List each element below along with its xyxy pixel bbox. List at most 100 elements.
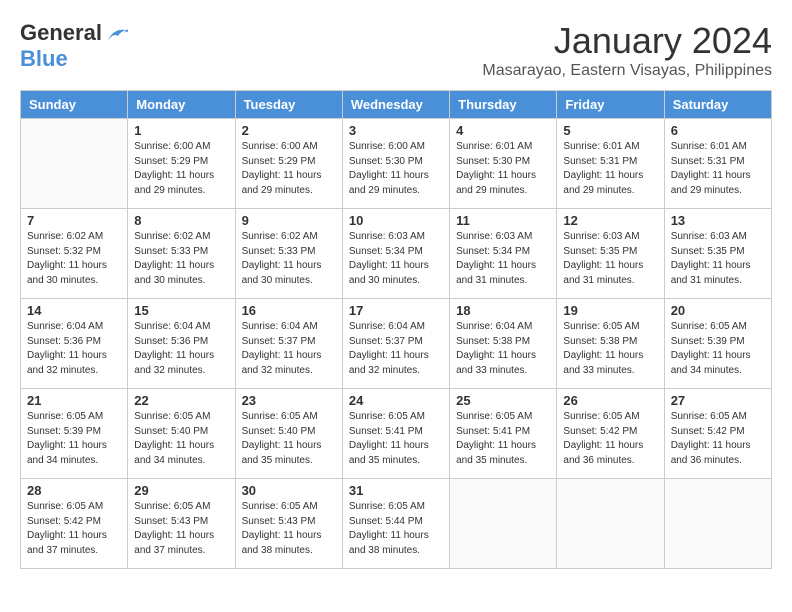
- calendar-cell: 1 Sunrise: 6:00 AMSunset: 5:29 PMDayligh…: [128, 119, 235, 209]
- day-number: 1: [134, 123, 228, 138]
- day-number: 11: [456, 213, 550, 228]
- weekday-header-saturday: Saturday: [664, 91, 771, 119]
- day-number: 9: [242, 213, 336, 228]
- day-number: 26: [563, 393, 657, 408]
- weekday-header-monday: Monday: [128, 91, 235, 119]
- cell-info: Sunrise: 6:05 AMSunset: 5:43 PMDaylight:…: [242, 500, 336, 558]
- cell-info: Sunrise: 6:05 AMSunset: 5:42 PMDaylight:…: [671, 410, 765, 468]
- cell-info: Sunrise: 6:05 AMSunset: 5:40 PMDaylight:…: [134, 410, 228, 468]
- calendar-week-row: 7 Sunrise: 6:02 AMSunset: 5:32 PMDayligh…: [21, 209, 772, 299]
- calendar-cell: 24 Sunrise: 6:05 AMSunset: 5:41 PMDaylig…: [342, 389, 449, 479]
- calendar-cell: 23 Sunrise: 6:05 AMSunset: 5:40 PMDaylig…: [235, 389, 342, 479]
- day-number: 22: [134, 393, 228, 408]
- day-number: 14: [27, 303, 121, 318]
- calendar-cell: 8 Sunrise: 6:02 AMSunset: 5:33 PMDayligh…: [128, 209, 235, 299]
- day-number: 24: [349, 393, 443, 408]
- weekday-header-sunday: Sunday: [21, 91, 128, 119]
- calendar-cell: 3 Sunrise: 6:00 AMSunset: 5:30 PMDayligh…: [342, 119, 449, 209]
- day-number: 27: [671, 393, 765, 408]
- calendar-cell: 13 Sunrise: 6:03 AMSunset: 5:35 PMDaylig…: [664, 209, 771, 299]
- day-number: 17: [349, 303, 443, 318]
- cell-info: Sunrise: 6:00 AMSunset: 5:30 PMDaylight:…: [349, 140, 443, 198]
- cell-info: Sunrise: 6:04 AMSunset: 5:37 PMDaylight:…: [349, 320, 443, 378]
- calendar-cell: 30 Sunrise: 6:05 AMSunset: 5:43 PMDaylig…: [235, 479, 342, 569]
- calendar-cell: 18 Sunrise: 6:04 AMSunset: 5:38 PMDaylig…: [450, 299, 557, 389]
- day-number: 7: [27, 213, 121, 228]
- calendar-cell: 29 Sunrise: 6:05 AMSunset: 5:43 PMDaylig…: [128, 479, 235, 569]
- calendar-cell: 12 Sunrise: 6:03 AMSunset: 5:35 PMDaylig…: [557, 209, 664, 299]
- calendar-cell: 7 Sunrise: 6:02 AMSunset: 5:32 PMDayligh…: [21, 209, 128, 299]
- logo-blue: Blue: [20, 46, 68, 71]
- day-number: 23: [242, 393, 336, 408]
- calendar-cell: [557, 479, 664, 569]
- weekday-header-row: SundayMondayTuesdayWednesdayThursdayFrid…: [21, 91, 772, 119]
- day-number: 20: [671, 303, 765, 318]
- day-number: 15: [134, 303, 228, 318]
- day-number: 28: [27, 483, 121, 498]
- day-number: 2: [242, 123, 336, 138]
- day-number: 5: [563, 123, 657, 138]
- cell-info: Sunrise: 6:01 AMSunset: 5:31 PMDaylight:…: [671, 140, 765, 198]
- day-number: 12: [563, 213, 657, 228]
- cell-info: Sunrise: 6:05 AMSunset: 5:42 PMDaylight:…: [563, 410, 657, 468]
- cell-info: Sunrise: 6:04 AMSunset: 5:37 PMDaylight:…: [242, 320, 336, 378]
- day-number: 10: [349, 213, 443, 228]
- title-block: January 2024 Masarayao, Eastern Visayas,…: [482, 20, 772, 80]
- cell-info: Sunrise: 6:03 AMSunset: 5:34 PMDaylight:…: [349, 230, 443, 288]
- calendar-cell: 5 Sunrise: 6:01 AMSunset: 5:31 PMDayligh…: [557, 119, 664, 209]
- day-number: 18: [456, 303, 550, 318]
- calendar-cell: 6 Sunrise: 6:01 AMSunset: 5:31 PMDayligh…: [664, 119, 771, 209]
- cell-info: Sunrise: 6:02 AMSunset: 5:33 PMDaylight:…: [242, 230, 336, 288]
- calendar-cell: 27 Sunrise: 6:05 AMSunset: 5:42 PMDaylig…: [664, 389, 771, 479]
- calendar-cell: 21 Sunrise: 6:05 AMSunset: 5:39 PMDaylig…: [21, 389, 128, 479]
- calendar-week-row: 28 Sunrise: 6:05 AMSunset: 5:42 PMDaylig…: [21, 479, 772, 569]
- calendar-cell: 31 Sunrise: 6:05 AMSunset: 5:44 PMDaylig…: [342, 479, 449, 569]
- calendar-cell: 15 Sunrise: 6:04 AMSunset: 5:36 PMDaylig…: [128, 299, 235, 389]
- calendar-week-row: 21 Sunrise: 6:05 AMSunset: 5:39 PMDaylig…: [21, 389, 772, 479]
- calendar-cell: 16 Sunrise: 6:04 AMSunset: 5:37 PMDaylig…: [235, 299, 342, 389]
- day-number: 6: [671, 123, 765, 138]
- day-number: 30: [242, 483, 336, 498]
- cell-info: Sunrise: 6:05 AMSunset: 5:41 PMDaylight:…: [456, 410, 550, 468]
- calendar-cell: 25 Sunrise: 6:05 AMSunset: 5:41 PMDaylig…: [450, 389, 557, 479]
- calendar-cell: 2 Sunrise: 6:00 AMSunset: 5:29 PMDayligh…: [235, 119, 342, 209]
- calendar-table: SundayMondayTuesdayWednesdayThursdayFrid…: [20, 90, 772, 569]
- calendar-cell: 26 Sunrise: 6:05 AMSunset: 5:42 PMDaylig…: [557, 389, 664, 479]
- month-title: January 2024: [482, 20, 772, 62]
- day-number: 3: [349, 123, 443, 138]
- cell-info: Sunrise: 6:05 AMSunset: 5:43 PMDaylight:…: [134, 500, 228, 558]
- day-number: 19: [563, 303, 657, 318]
- calendar-cell: 20 Sunrise: 6:05 AMSunset: 5:39 PMDaylig…: [664, 299, 771, 389]
- calendar-cell: 9 Sunrise: 6:02 AMSunset: 5:33 PMDayligh…: [235, 209, 342, 299]
- calendar-cell: [664, 479, 771, 569]
- weekday-header-thursday: Thursday: [450, 91, 557, 119]
- calendar-cell: 11 Sunrise: 6:03 AMSunset: 5:34 PMDaylig…: [450, 209, 557, 299]
- calendar-week-row: 1 Sunrise: 6:00 AMSunset: 5:29 PMDayligh…: [21, 119, 772, 209]
- calendar-cell: 28 Sunrise: 6:05 AMSunset: 5:42 PMDaylig…: [21, 479, 128, 569]
- logo-bird-icon: [106, 26, 128, 44]
- cell-info: Sunrise: 6:05 AMSunset: 5:38 PMDaylight:…: [563, 320, 657, 378]
- cell-info: Sunrise: 6:05 AMSunset: 5:42 PMDaylight:…: [27, 500, 121, 558]
- calendar-cell: [21, 119, 128, 209]
- cell-info: Sunrise: 6:05 AMSunset: 5:39 PMDaylight:…: [27, 410, 121, 468]
- calendar-cell: 10 Sunrise: 6:03 AMSunset: 5:34 PMDaylig…: [342, 209, 449, 299]
- cell-info: Sunrise: 6:04 AMSunset: 5:38 PMDaylight:…: [456, 320, 550, 378]
- cell-info: Sunrise: 6:02 AMSunset: 5:33 PMDaylight:…: [134, 230, 228, 288]
- weekday-header-tuesday: Tuesday: [235, 91, 342, 119]
- day-number: 13: [671, 213, 765, 228]
- day-number: 21: [27, 393, 121, 408]
- calendar-cell: 4 Sunrise: 6:01 AMSunset: 5:30 PMDayligh…: [450, 119, 557, 209]
- cell-info: Sunrise: 6:04 AMSunset: 5:36 PMDaylight:…: [134, 320, 228, 378]
- cell-info: Sunrise: 6:03 AMSunset: 5:35 PMDaylight:…: [563, 230, 657, 288]
- cell-info: Sunrise: 6:00 AMSunset: 5:29 PMDaylight:…: [242, 140, 336, 198]
- cell-info: Sunrise: 6:05 AMSunset: 5:41 PMDaylight:…: [349, 410, 443, 468]
- logo-general: General: [20, 20, 102, 45]
- calendar-cell: 19 Sunrise: 6:05 AMSunset: 5:38 PMDaylig…: [557, 299, 664, 389]
- location-subtitle: Masarayao, Eastern Visayas, Philippines: [482, 62, 772, 80]
- calendar-cell: 14 Sunrise: 6:04 AMSunset: 5:36 PMDaylig…: [21, 299, 128, 389]
- cell-info: Sunrise: 6:02 AMSunset: 5:32 PMDaylight:…: [27, 230, 121, 288]
- day-number: 29: [134, 483, 228, 498]
- day-number: 31: [349, 483, 443, 498]
- cell-info: Sunrise: 6:05 AMSunset: 5:39 PMDaylight:…: [671, 320, 765, 378]
- day-number: 8: [134, 213, 228, 228]
